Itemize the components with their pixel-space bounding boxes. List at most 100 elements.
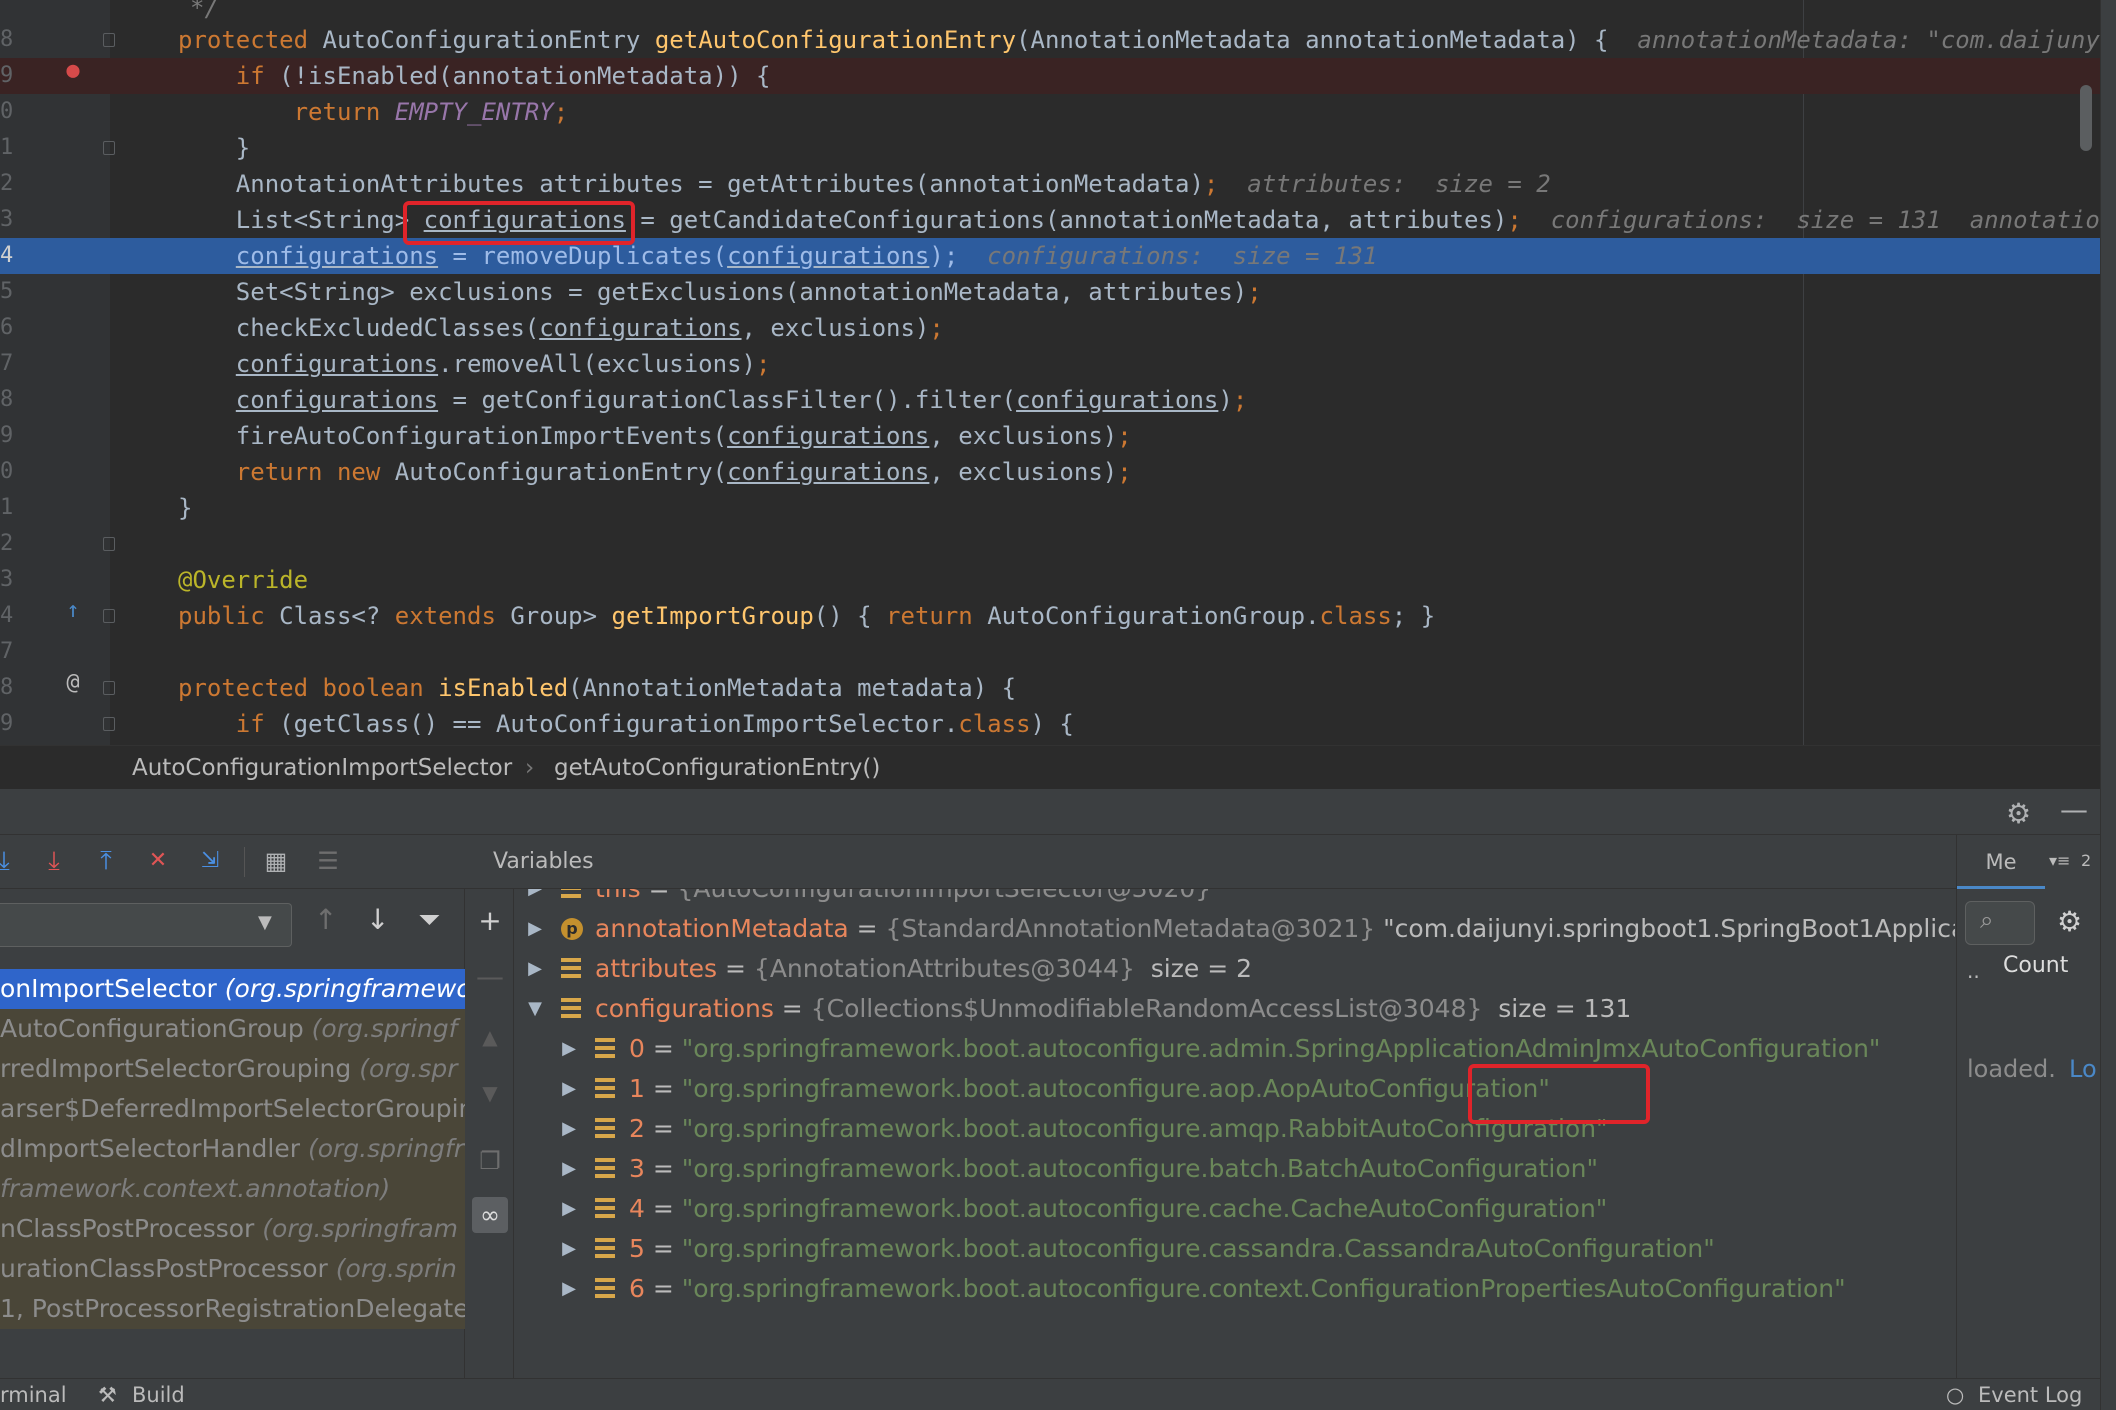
stack-frame[interactable]: 1, PostProcessorRegistrationDelegate [0, 1289, 465, 1329]
thread-selector[interactable]: ▼ [0, 903, 292, 947]
variable-reference[interactable]: configurations [1016, 386, 1218, 414]
variable-row[interactable]: ▶ this = {AutoConfigurationImportSelector… [515, 889, 1955, 909]
code-line[interactable]: 5 Set<String> exclusions = getExclusions… [0, 274, 2116, 310]
code-line[interactable]: 4 configurations = removeDuplicates(conf… [0, 238, 2116, 274]
variable-row[interactable]: ▶ 3 = "org.springframework.boot.autoconfi… [515, 1149, 1955, 1189]
remove-watch-icon[interactable]: — [472, 959, 508, 995]
fold-marker-icon[interactable] [103, 141, 115, 155]
code-line[interactable]: 8 configurations = getConfigurationClass… [0, 382, 2116, 418]
stack-frame[interactable]: dImportSelectorHandler (org.springfr [0, 1129, 465, 1169]
stack-frame[interactable]: nClassPostProcessor (org.springfram [0, 1209, 465, 1249]
code-line[interactable]: 7 [0, 634, 2116, 670]
memory-search-input[interactable]: ⌕ [1965, 901, 2035, 945]
code-line[interactable]: 8 protected AutoConfigurationEntry getAut… [0, 22, 2116, 58]
variable-row[interactable]: ▶ 2 = "org.springframework.boot.autoconfi… [515, 1109, 1955, 1149]
variable-row[interactable]: ▶ 5 = "org.springframework.boot.autoconfi… [515, 1229, 1955, 1269]
force-step-into-icon[interactable]: ⤓ [36, 843, 72, 879]
expand-down-icon[interactable]: ▼ [525, 989, 545, 1029]
variable-reference[interactable]: configurations [236, 242, 438, 270]
build-tab[interactable]: Build [132, 1379, 185, 1410]
breadcrumb-method[interactable]: getAutoConfigurationEntry() [554, 746, 880, 790]
arrow-down-icon[interactable]: ↓ [366, 903, 389, 936]
load-classes-link[interactable]: Lo [2069, 1055, 2097, 1083]
move-down-icon[interactable]: ▼ [472, 1075, 508, 1111]
expand-right-icon[interactable]: ▶ [559, 1149, 579, 1189]
fold-marker-icon[interactable] [103, 717, 115, 731]
code-line[interactable]: 3 List<String> configurations = getCandi… [0, 202, 2116, 238]
settings-icon[interactable]: ⚙ [2057, 905, 2082, 938]
step-out-icon[interactable]: ⤒ [88, 843, 124, 879]
code-line[interactable]: 2 [0, 526, 2116, 562]
expand-right-icon[interactable]: ▶ [525, 889, 545, 909]
stack-frame[interactable]: rredImportSelectorGrouping (org.spr [0, 1049, 465, 1089]
code-line[interactable]: 3 @Override [0, 562, 2116, 598]
expand-right-icon[interactable]: ▶ [559, 1229, 579, 1269]
variable-reference[interactable]: configurations [236, 350, 438, 378]
code-line[interactable]: 0 return EMPTY_ENTRY; [0, 94, 2116, 130]
stack-frame[interactable]: arser$DeferredImportSelectorGroupin [0, 1089, 465, 1129]
code-editor[interactable]: */ 8 protected AutoConfigurationEntry getA… [0, 0, 2116, 745]
variable-row[interactable]: ▼ configurations = {Collections$Unmodifia… [515, 989, 1955, 1029]
expand-right-icon[interactable]: ▶ [525, 909, 545, 949]
code-line[interactable]: 9 fireAutoConfigurationImportEvents(conf… [0, 418, 2116, 454]
code-line[interactable]: 2 AnnotationAttributes attributes = getA… [0, 166, 2116, 202]
tab-memory[interactable]: Me [1957, 835, 2045, 889]
code-line[interactable]: 8 protected boolean isEnabled(AnnotationM… [0, 670, 2116, 706]
variable-reference[interactable]: configurations [727, 458, 929, 486]
step-over-icon[interactable]: ⤓ [0, 843, 22, 879]
variable-row[interactable]: ▶ p annotationMetadata = {StandardAnnotati… [515, 909, 1955, 949]
variable-row[interactable]: ▶ 6 = "org.springframework.boot.autoconfi… [515, 1269, 1955, 1309]
variable-row[interactable]: ▶ 4 = "org.springframework.boot.autoconfi… [515, 1189, 1955, 1229]
override-icon[interactable]: ↑ [58, 598, 88, 623]
variable-reference[interactable]: configurations [727, 242, 929, 270]
fold-marker-icon[interactable] [103, 609, 115, 623]
expand-right-icon[interactable]: ▶ [559, 1029, 579, 1069]
code-line[interactable]: 1} [0, 490, 2116, 526]
expand-right-icon[interactable]: ▶ [559, 1189, 579, 1229]
fold-marker-icon[interactable] [103, 537, 115, 551]
gear-icon[interactable]: ⚙ [2006, 797, 2031, 830]
breadcrumb-class[interactable]: AutoConfigurationImportSelector [132, 746, 512, 790]
code-line[interactable]: 4 public Class<? extends Group> getImport… [0, 598, 2116, 634]
expand-right-icon[interactable]: ▶ [559, 1069, 579, 1109]
variable-reference[interactable]: configurations [727, 422, 929, 450]
editor-scrollbar[interactable] [2080, 85, 2092, 151]
expand-right-icon[interactable]: ▶ [559, 1269, 579, 1309]
run-to-cursor-icon[interactable]: ⇲ [192, 843, 228, 879]
variable-row[interactable]: ▶ 1 = "org.springframework.boot.autoconfi… [515, 1069, 1955, 1109]
code-line[interactable]: 1 } [0, 130, 2116, 166]
event-log-tab[interactable]: Event Log [1978, 1379, 2082, 1410]
glasses-icon[interactable]: ∞ [472, 1197, 508, 1233]
evaluate-expression-icon[interactable]: ▦ [258, 843, 294, 879]
move-up-icon[interactable]: ▲ [472, 1019, 508, 1055]
variable-row[interactable]: ▶ attributes = {AnnotationAttributes@3044… [515, 949, 1955, 989]
stack-frame[interactable]: urationClassPostProcessor (org.sprin [0, 1249, 465, 1289]
code-line[interactable]: 0 return new AutoConfigurationEntry(conf… [0, 454, 2116, 490]
trace-icon[interactable]: ☰ [310, 843, 346, 879]
minimize-icon[interactable]: — [2060, 793, 2088, 826]
code-line[interactable]: 7 configurations.removeAll(exclusions); [0, 346, 2116, 382]
terminal-tab[interactable]: rminal [0, 1379, 67, 1410]
expand-right-icon[interactable]: ▶ [559, 1109, 579, 1149]
filter-icon[interactable]: ⏷ [418, 903, 440, 937]
stack-frame[interactable]: framework.context.annotation) [0, 1169, 465, 1209]
drop-frame-icon[interactable]: ✕ [140, 843, 176, 879]
code-line[interactable]: 6 checkExcludedClasses(configurations, e… [0, 310, 2116, 346]
breakpoint-icon[interactable]: ● [58, 58, 88, 83]
code-line[interactable]: 9 if (!isEnabled(annotationMetadata)) { [0, 58, 2116, 94]
variable-reference[interactable]: configurations [236, 386, 438, 414]
code-line[interactable]: 9 if (getClass() == AutoConfigurationImp… [0, 706, 2116, 742]
variable-row[interactable]: ▶ 0 = "org.springframework.boot.autoconfi… [515, 1029, 1955, 1069]
count-column-header[interactable]: Count [2003, 953, 2068, 978]
watches-counter-icon[interactable]: ▾≡ [2049, 851, 2070, 870]
fold-marker-icon[interactable] [103, 33, 115, 47]
variable-reference[interactable]: configurations [539, 314, 741, 342]
stack-frame[interactable]: onImportSelector (org.springframewo [0, 969, 465, 1009]
expand-right-icon[interactable]: ▶ [525, 949, 545, 989]
add-watch-icon[interactable]: + [472, 903, 508, 939]
annotation-icon[interactable]: @ [58, 670, 88, 695]
arrow-up-icon[interactable]: ↑ [314, 903, 337, 936]
stack-frame[interactable]: AutoConfigurationGroup (org.springf [0, 1009, 465, 1049]
copy-icon[interactable]: ❐ [472, 1143, 508, 1179]
fold-marker-icon[interactable] [103, 681, 115, 695]
